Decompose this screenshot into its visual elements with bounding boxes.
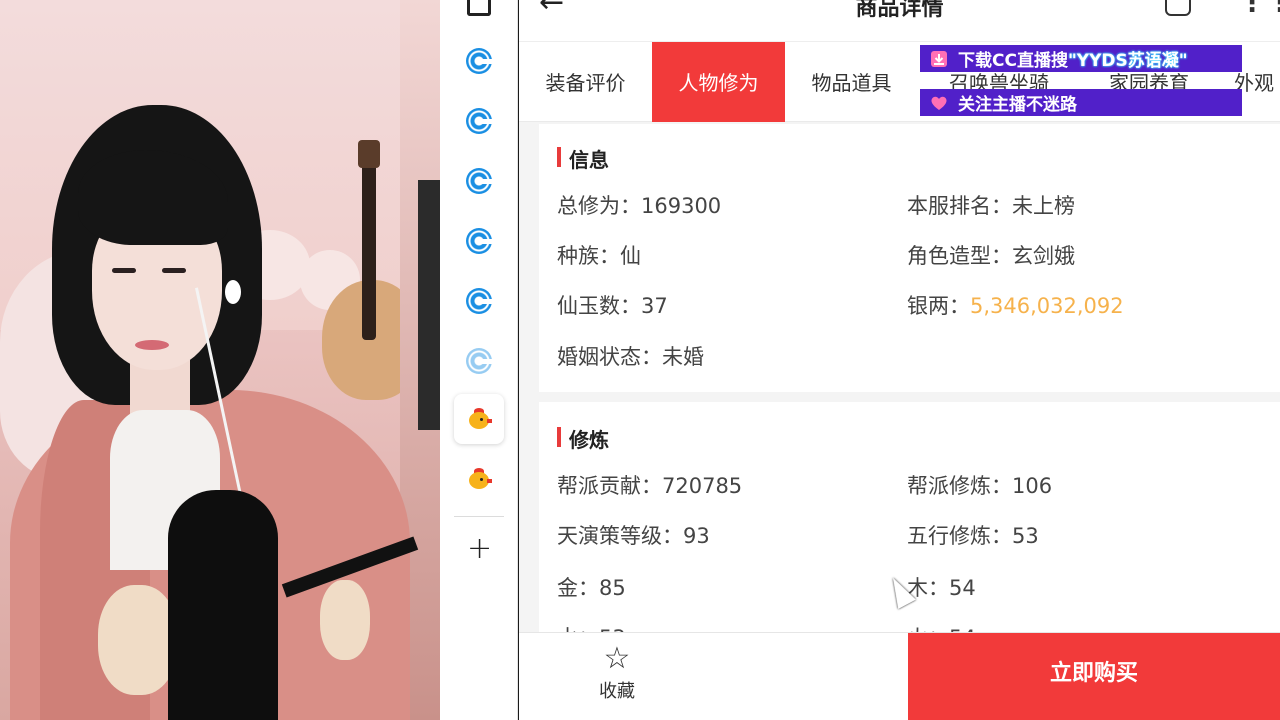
field-tianyance-level: 天演策等级：93 [557, 524, 710, 548]
buy-now-button[interactable]: 立即购买 [908, 633, 1280, 720]
shadow [418, 180, 440, 430]
field-silver: 银两：5,346,032,092 [907, 294, 1124, 318]
more-icon[interactable]: ⋮⋮ [1239, 0, 1280, 18]
browser-app-icon[interactable] [464, 166, 494, 196]
stream-overlay-banner: 下载CC直播搜 "YYDS苏语凝" [920, 45, 1242, 72]
section-heading: 修炼 [557, 424, 609, 453]
microphone [168, 490, 278, 720]
browser-app-icon[interactable] [464, 46, 494, 76]
lips [135, 340, 169, 350]
field-jade-count: 仙玉数：37 [557, 294, 668, 318]
training-card: 修炼 帮派贡献：720785 帮派修炼：106 天演策等级：93 五行修炼：53… [539, 402, 1280, 650]
overlay-line1-prefix: 下载CC直播搜 [958, 51, 1068, 71]
field-guild-training: 帮派修炼：106 [907, 474, 1053, 498]
section-heading: 信息 [557, 144, 609, 173]
browser-app-icon[interactable] [464, 286, 494, 316]
plus-icon[interactable]: + [467, 532, 492, 566]
download-icon [928, 48, 950, 70]
guitar-neck [362, 150, 376, 340]
hand [320, 580, 370, 660]
field-total-cultivation: 总修为：169300 [557, 194, 722, 218]
left-eye [112, 268, 136, 273]
tab-character[interactable]: 人物修为 [652, 42, 785, 122]
right-eye [162, 268, 186, 273]
star-icon: ☆ [603, 641, 631, 676]
webcam-feed [0, 0, 440, 720]
heart-icon [928, 92, 950, 114]
tab-items[interactable]: 物品道具 [785, 42, 918, 122]
earbud [225, 280, 241, 304]
emulator-sidebar: + [440, 0, 518, 720]
hand [98, 585, 178, 695]
info-card: 信息 总修为：169300 本服排名：未上榜 种族：仙 角色造型：玄剑娥 仙玉数… [539, 124, 1280, 392]
tab-equipment[interactable]: 装备评价 [519, 42, 652, 122]
top-bar: ← 商品详情 ⋮⋮ [519, 0, 1280, 42]
field-race: 种族：仙 [557, 244, 641, 268]
field-metal: 金：85 [557, 576, 626, 600]
browser-app-icon[interactable] [464, 106, 494, 136]
field-five-elements: 五行修炼：53 [907, 524, 1039, 548]
window-icon[interactable] [467, 0, 491, 16]
product-detail-app: ← 商品详情 ⋮⋮ 装备评价 人物修为 物品道具 召唤兽坐骑 家园养育 外观 下… [519, 0, 1280, 720]
browser-app-icon[interactable] [464, 346, 494, 376]
stream-overlay-banner: 关注主播不迷路 [920, 89, 1242, 116]
bottom-action-bar: ☆ 收藏 立即购买 [519, 632, 1280, 720]
browser-app-icon[interactable] [464, 226, 494, 256]
field-server-rank: 本服排名：未上榜 [907, 194, 1075, 218]
game-app-icon[interactable] [454, 394, 504, 444]
share-icon[interactable] [1165, 0, 1191, 16]
favorite-button[interactable]: ☆ 收藏 [589, 641, 645, 711]
field-marriage: 婚姻状态：未婚 [557, 345, 704, 369]
overlay-line2: 关注主播不迷路 [958, 95, 1077, 115]
divider [454, 516, 504, 517]
guitar-head [358, 140, 380, 168]
field-wood: 木：54 [907, 576, 976, 600]
favorite-label: 收藏 [599, 681, 635, 702]
field-guild-contribution: 帮派贡献：720785 [557, 474, 743, 498]
overlay-line1-highlight: "YYDS苏语凝" [1067, 51, 1188, 71]
field-character-model: 角色造型：玄剑娥 [907, 244, 1075, 268]
game-app-icon[interactable] [464, 464, 494, 494]
